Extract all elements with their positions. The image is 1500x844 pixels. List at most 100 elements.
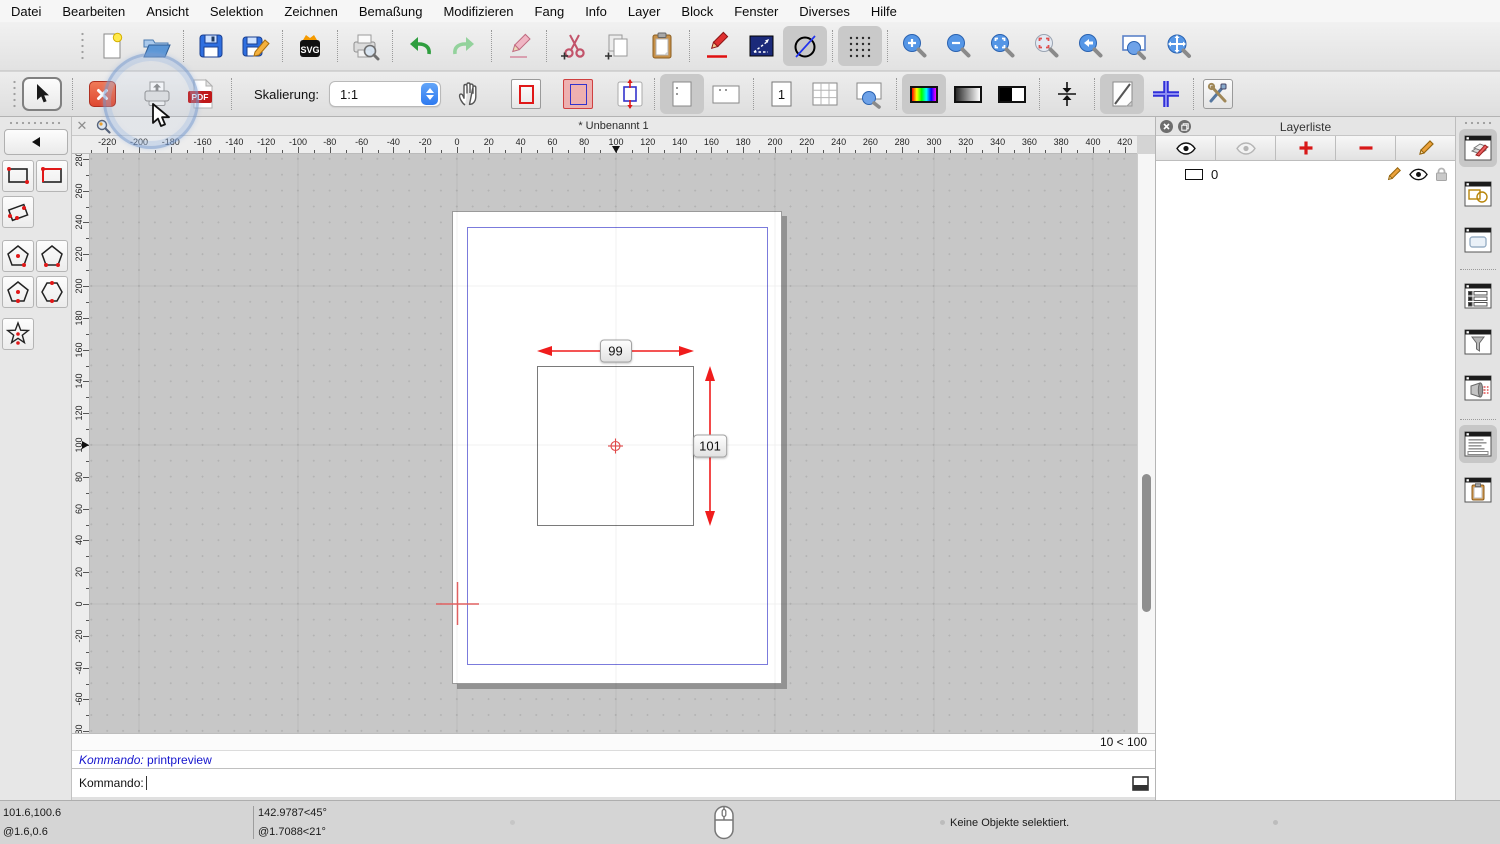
- scrollbar-thumb[interactable]: [1142, 474, 1151, 612]
- multi-page-button[interactable]: [803, 74, 847, 114]
- projection-dock-button[interactable]: [1459, 369, 1497, 407]
- print-button[interactable]: [135, 74, 179, 114]
- svg-export-button[interactable]: SVG: [288, 26, 332, 66]
- zoom-previous-button[interactable]: [1069, 26, 1113, 66]
- add-layer-button[interactable]: [1276, 136, 1336, 160]
- zoom-to-page-button[interactable]: [847, 74, 891, 114]
- drawing-sheet-button[interactable]: [1100, 74, 1144, 114]
- command-panel-toggle-icon[interactable]: [1132, 776, 1149, 791]
- remove-layer-button[interactable]: [1336, 136, 1396, 160]
- toolbar-main: SVG: [0, 22, 1500, 71]
- menu-item-zeichnen[interactable]: Zeichnen: [284, 4, 337, 19]
- pan-paper-button[interactable]: [449, 74, 493, 114]
- cut-button[interactable]: [552, 26, 596, 66]
- pan-button[interactable]: [1157, 26, 1201, 66]
- rect-2points-tool[interactable]: [2, 160, 34, 192]
- single-page-button[interactable]: 1: [759, 74, 803, 114]
- open-file-button[interactable]: [134, 26, 178, 66]
- menu-item-bearbeiten[interactable]: Bearbeiten: [62, 4, 125, 19]
- vertical-scrollbar[interactable]: [1137, 154, 1155, 733]
- save-as-button[interactable]: [233, 26, 277, 66]
- drawn-rectangle[interactable]: [537, 366, 694, 526]
- polygon-2corners-tool[interactable]: [36, 240, 68, 272]
- edit-layer-button[interactable]: [1396, 136, 1455, 160]
- menu-item-diverses[interactable]: Diverses: [799, 4, 850, 19]
- menu-item-info[interactable]: Info: [585, 4, 607, 19]
- layer-visibility-icon[interactable]: [1409, 168, 1428, 181]
- menu-item-block[interactable]: Block: [681, 4, 713, 19]
- preferences-button[interactable]: [1199, 76, 1237, 112]
- line-tool-button[interactable]: [739, 26, 783, 66]
- delete-button[interactable]: [497, 26, 541, 66]
- block-list-dock-button[interactable]: [1459, 175, 1497, 213]
- clipboard-dock-button[interactable]: [1459, 471, 1497, 509]
- command-line-dock-button[interactable]: [1459, 425, 1497, 463]
- layer-list-dock-button[interactable]: [1459, 129, 1497, 167]
- menu-item-modifizieren[interactable]: Modifizieren: [443, 4, 513, 19]
- stepper-icon[interactable]: [421, 83, 438, 105]
- toolbar-drag-handle[interactable]: [80, 31, 86, 61]
- open-folder-icon: [140, 31, 172, 61]
- ellipse-tool-button[interactable]: [783, 26, 827, 66]
- zoom-auto-button[interactable]: [981, 26, 1025, 66]
- library-browser-dock-button[interactable]: [1459, 221, 1497, 259]
- scale-combobox[interactable]: 1:1: [329, 81, 441, 107]
- grid-toggle-button[interactable]: [838, 26, 882, 66]
- menu-item-layer[interactable]: Layer: [628, 4, 661, 19]
- layer-edit-icon[interactable]: [1386, 166, 1402, 182]
- rect-size-tool[interactable]: [36, 160, 68, 192]
- paper-overlay-button[interactable]: [559, 76, 597, 112]
- zoom-window-button[interactable]: [1113, 26, 1157, 66]
- selection-tool-button[interactable]: [22, 77, 62, 111]
- rect-3points-tool[interactable]: [2, 196, 34, 228]
- paper-border-button[interactable]: [507, 76, 545, 112]
- fit-to-paper-button[interactable]: [611, 76, 649, 112]
- print-preview-button[interactable]: [343, 26, 387, 66]
- selection-filter-dock-button[interactable]: [1459, 323, 1497, 361]
- menu-item-bemaßung[interactable]: Bemaßung: [359, 4, 423, 19]
- save-button[interactable]: [189, 26, 233, 66]
- drawing-canvas[interactable]: 99 101: [90, 154, 1137, 733]
- draw-pencil-button[interactable]: [695, 26, 739, 66]
- crop-margins-button[interactable]: [1045, 74, 1089, 114]
- toolbar-drag-handle[interactable]: [12, 79, 18, 109]
- menu-item-datei[interactable]: Datei: [11, 4, 41, 19]
- palette-back-button[interactable]: [4, 129, 68, 155]
- polygon-center-side-tool[interactable]: [2, 276, 34, 308]
- dock-drag-handle[interactable]: [1463, 121, 1493, 125]
- grayscale-button[interactable]: [946, 74, 990, 114]
- menu-item-hilfe[interactable]: Hilfe: [871, 4, 897, 19]
- pdf-export-button[interactable]: PDF: [179, 74, 223, 114]
- close-preview-button[interactable]: [83, 76, 121, 112]
- paste-button[interactable]: [640, 26, 684, 66]
- copy-button[interactable]: [596, 26, 640, 66]
- menu-item-fenster[interactable]: Fenster: [734, 4, 778, 19]
- document-title: * Unbenannt 1: [72, 120, 1155, 132]
- hexagon-tool[interactable]: [36, 276, 68, 308]
- palette-drag-handle[interactable]: [8, 121, 64, 125]
- full-color-button[interactable]: [902, 74, 946, 114]
- landscape-page-icon: [710, 79, 742, 109]
- hide-all-layers-button[interactable]: [1216, 136, 1276, 160]
- ruler-tick: [86, 207, 90, 208]
- command-input[interactable]: Kommando:: [72, 768, 1155, 797]
- menu-item-ansicht[interactable]: Ansicht: [146, 4, 189, 19]
- show-all-layers-button[interactable]: [1156, 136, 1216, 160]
- zoom-in-button[interactable]: [893, 26, 937, 66]
- zoom-selection-button[interactable]: [1025, 26, 1069, 66]
- layer-list-item[interactable]: 0: [1156, 163, 1455, 185]
- property-editor-dock-button[interactable]: [1459, 277, 1497, 315]
- menu-item-selektion[interactable]: Selektion: [210, 4, 263, 19]
- layer-lock-icon[interactable]: [1435, 167, 1448, 182]
- zoom-out-button[interactable]: [937, 26, 981, 66]
- black-white-button[interactable]: [990, 74, 1034, 114]
- star-tool[interactable]: [2, 318, 34, 350]
- crosshair-button[interactable]: [1144, 74, 1188, 114]
- undo-button[interactable]: [398, 26, 442, 66]
- redo-button[interactable]: [442, 26, 486, 66]
- new-file-button[interactable]: [90, 26, 134, 66]
- portrait-orientation-button[interactable]: [660, 74, 704, 114]
- landscape-orientation-button[interactable]: [704, 74, 748, 114]
- polygon-center-corner-tool[interactable]: [2, 240, 34, 272]
- menu-item-fang[interactable]: Fang: [535, 4, 565, 19]
